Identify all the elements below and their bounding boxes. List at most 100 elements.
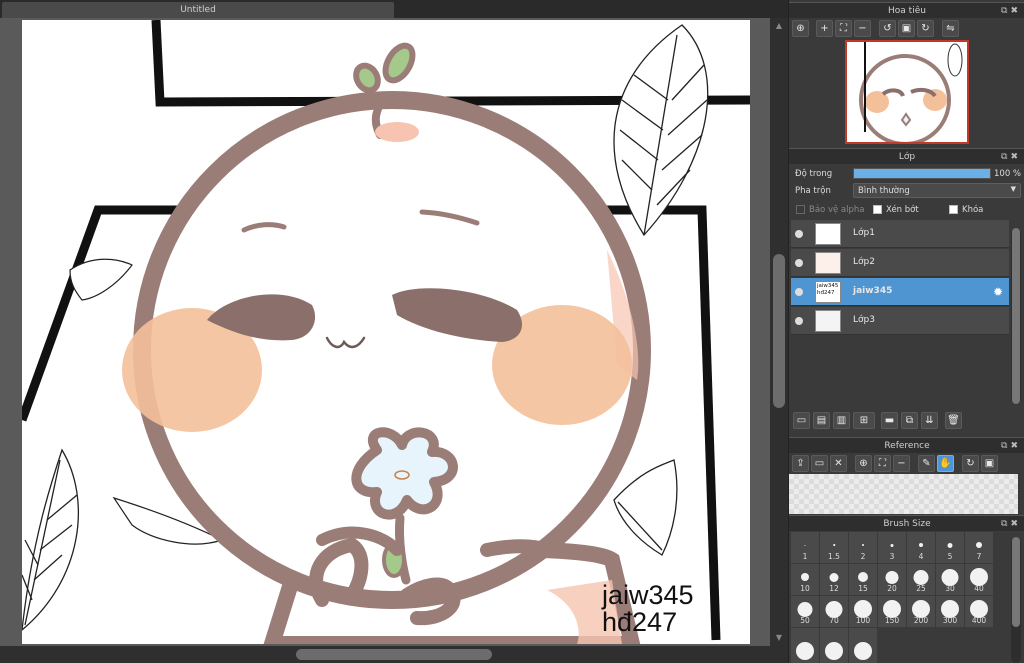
brush-size-cell[interactable]: 30 [936,564,964,595]
duplicate-layer-icon[interactable]: ⧉ [901,412,918,429]
panel-float-close-icon[interactable]: ⧉✖ [1001,438,1021,454]
open-folder-icon[interactable]: ▭ [811,455,828,472]
layer-list-scrollbar[interactable] [1011,228,1021,404]
brush-size-cell[interactable]: 1 [791,532,819,563]
canvas-horizontal-scrollbar[interactable] [0,646,788,663]
layer-thumbnail [815,252,841,274]
actual-size-icon[interactable]: ▣ [981,455,998,472]
new-layer-icon[interactable]: ▭ [793,412,810,429]
brush-size-cell[interactable]: 15 [849,564,877,595]
blend-mode-select[interactable]: Bình thường ▼ [853,183,1021,198]
trash-icon[interactable]: 🗑 [945,412,962,429]
layer-scroll-thumb[interactable] [1012,228,1020,404]
vertical-scroll-thumb[interactable] [773,254,785,408]
brush-size-preview-dot [797,601,813,617]
brush-size-cell[interactable]: 20 [878,564,906,595]
visibility-eye-icon[interactable] [795,259,803,267]
brush-size-cell[interactable]: 5 [936,532,964,563]
new-halftone-layer-icon[interactable]: ▥ [833,412,850,429]
brush-size-cell[interactable]: 150 [878,596,906,627]
close-icon[interactable]: ✕ [830,455,847,472]
zoom-out-icon[interactable]: − [893,455,910,472]
drawing-canvas[interactable]: jaiw345 hđ247 [22,20,750,644]
brush-size-cell[interactable] [791,628,819,663]
layer-item-lop1[interactable]: Lớp1 [791,220,1009,248]
gear-icon[interactable]: ✹ [993,285,1003,299]
brush-size-cell[interactable]: 25 [907,564,935,595]
brush-scroll-thumb[interactable] [1012,537,1020,627]
rotate-left-icon[interactable]: ↺ [879,20,896,37]
zoom-fit-icon[interactable]: ⊕ [792,20,809,37]
fit-window-icon[interactable]: ⛶ [835,20,852,37]
lock-checkbox[interactable] [949,205,958,214]
opacity-slider[interactable] [853,168,991,179]
zoom-in-icon[interactable]: + [816,20,833,37]
scroll-up-arrow-icon[interactable]: ▲ [773,20,785,32]
merge-layer-icon[interactable]: ⇊ [921,412,938,429]
upload-icon[interactable]: ⇪ [792,455,809,472]
add-layer-dropdown-icon[interactable]: ⊞ [853,412,875,429]
brush-size-cell[interactable]: 200 [907,596,935,627]
visibility-eye-icon[interactable] [795,317,803,325]
brush-grid-scrollbar[interactable] [1011,537,1021,663]
actual-size-icon[interactable]: ▣ [898,20,915,37]
layer-thumbnail: jaiw345 hđ247 [815,281,841,303]
visibility-eye-icon[interactable] [795,230,803,238]
brush-size-cell[interactable]: 2 [849,532,877,563]
layer-thumbnail [815,310,841,332]
brush-size-label: 15 [858,584,868,593]
zoom-out-icon[interactable]: − [854,20,871,37]
brush-size-preview-dot [885,570,899,584]
horizontal-scroll-thumb[interactable] [296,649,492,660]
eyedropper-icon[interactable]: ✎ [918,455,935,472]
brush-size-label: 70 [829,616,839,625]
layer-item-lop2[interactable]: Lớp2 [791,249,1009,277]
brush-size-cell[interactable] [849,628,877,663]
hand-tool-icon[interactable]: ✋ [937,455,954,472]
brush-size-cell[interactable]: 12 [820,564,848,595]
brush-size-cell[interactable]: 10 [791,564,819,595]
flip-icon[interactable]: ⇋ [942,20,959,37]
brush-size-label: 30 [945,584,955,593]
artwork: jaiw345 hđ247 [22,20,750,644]
brush-size-cell[interactable]: 1.5 [820,532,848,563]
brush-size-cell[interactable]: 50 [791,596,819,627]
fit-window-icon[interactable]: ⛶ [874,455,891,472]
visibility-eye-icon[interactable] [795,288,803,296]
brush-size-cell[interactable] [820,628,848,663]
opacity-slider-fill [854,169,990,178]
brush-size-preview-dot [825,642,843,660]
scroll-down-arrow-icon[interactable]: ▼ [773,632,785,644]
brush-size-cell[interactable]: 7 [965,532,993,563]
layer-item-jaiw345[interactable]: jaiw345 hđ247 jaiw345 ✹ [791,278,1009,306]
brush-size-label: 4 [918,552,924,561]
brush-size-cell[interactable]: 300 [936,596,964,627]
brush-size-cell[interactable]: 4 [907,532,935,563]
folder-icon[interactable]: ▬ [881,412,898,429]
new-raster-layer-icon[interactable]: ▤ [813,412,830,429]
brush-size-cell[interactable]: 100 [849,596,877,627]
clipping-checkbox[interactable] [873,205,882,214]
canvas-vertical-scrollbar[interactable]: ▲ ▼ [770,18,788,646]
leaf-bottom-right [613,459,678,556]
rotate-icon[interactable]: ↻ [962,455,979,472]
panel-float-close-icon[interactable]: ⧉✖ [1001,516,1021,532]
brush-size-cell[interactable]: 70 [820,596,848,627]
panel-float-close-icon[interactable]: ⧉✖ [1001,149,1021,165]
rotate-right-icon[interactable]: ↻ [917,20,934,37]
navigator-preview[interactable] [845,40,969,146]
brush-size-label: 10 [800,584,810,593]
zoom-in-icon[interactable]: ⊕ [855,455,872,472]
layer-item-lop3[interactable]: Lớp3 [791,307,1009,335]
layer-name: Lớp1 [853,228,875,238]
brush-size-cell[interactable]: 400 [965,596,993,627]
panel-float-close-icon[interactable]: ⧉✖ [1001,3,1021,19]
brush-size-label: 1.5 [828,552,840,561]
brush-size-cell[interactable]: 40 [965,564,993,595]
layer-name: jaiw345 [853,286,893,296]
protect-alpha-checkbox[interactable] [796,205,805,214]
brush-size-cell[interactable]: 3 [878,532,906,563]
reference-canvas[interactable] [789,474,1018,514]
document-tab[interactable]: Untitled [2,2,394,18]
sprout-leaf-right [382,42,416,84]
